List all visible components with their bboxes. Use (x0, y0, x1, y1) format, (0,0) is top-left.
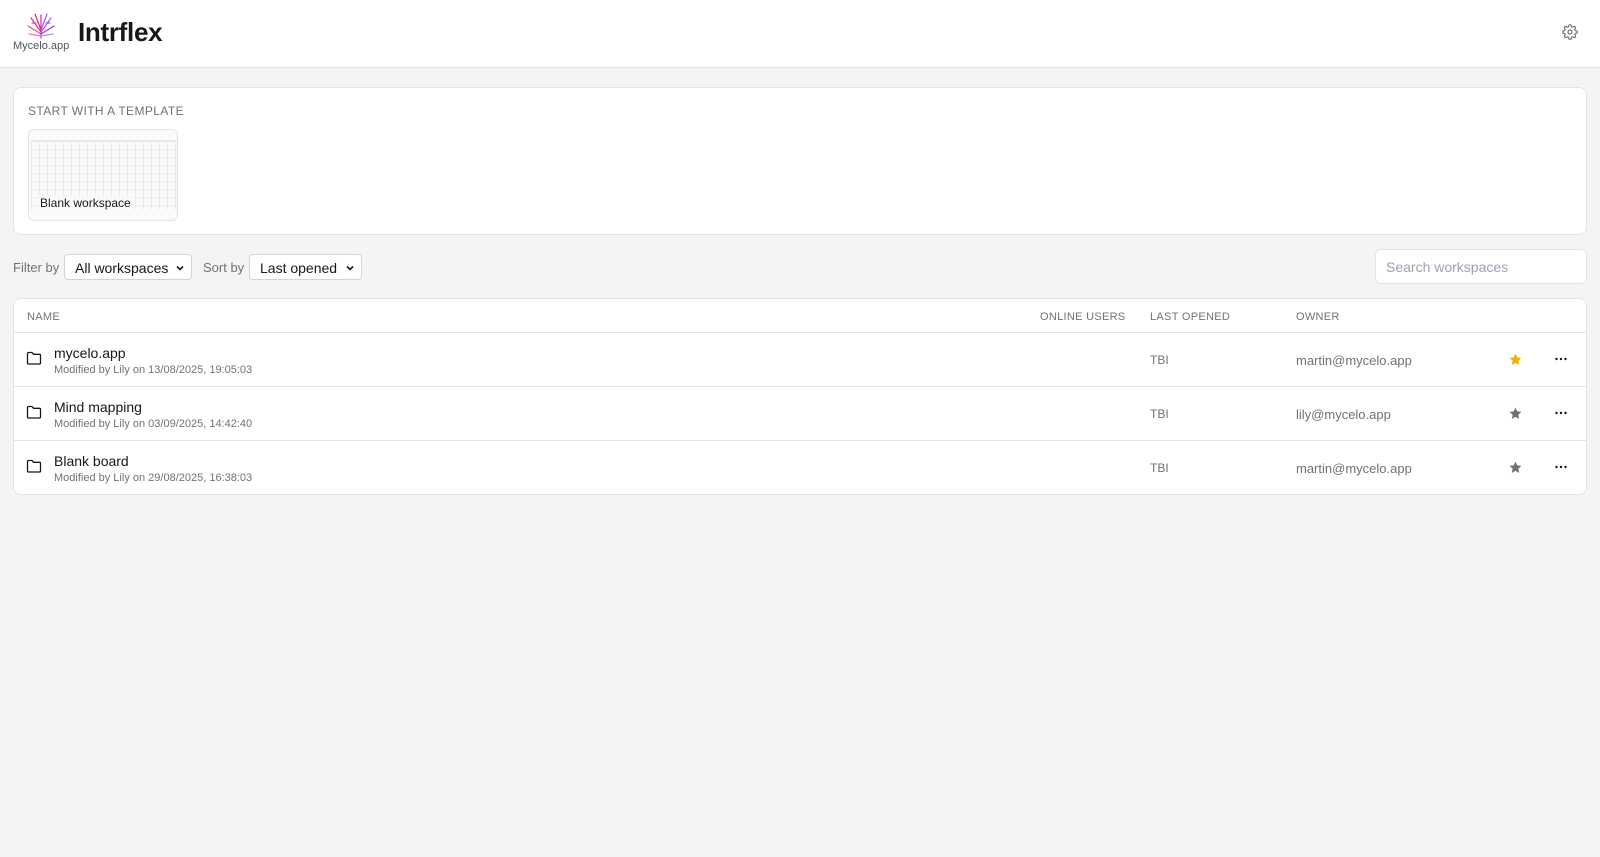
star-icon (1509, 407, 1522, 419)
folder-icon (26, 405, 42, 419)
workspace-owner: lily@mycelo.app (1296, 407, 1391, 422)
filter-select[interactable]: All workspaces (64, 254, 192, 280)
workspace-name[interactable]: Mind mapping (54, 399, 142, 415)
more-horizontal-icon (1555, 411, 1567, 415)
filter-select-value: All workspaces (75, 260, 169, 276)
app-title: Intrflex (78, 17, 163, 47)
template-card-blank-workspace[interactable]: Blank workspace (28, 129, 178, 221)
favorite-button[interactable] (1508, 406, 1524, 422)
favorite-button[interactable] (1508, 460, 1524, 476)
workspace-meta: Modified by Lily on 29/08/2025, 16:38:03 (54, 472, 253, 484)
column-header-online-users[interactable]: ONLINE USERS (1040, 311, 1126, 323)
folder-icon (26, 459, 42, 473)
settings-button[interactable] (1562, 24, 1582, 44)
column-header-last-opened[interactable]: LAST OPENED (1150, 311, 1230, 323)
filter-label: Filter by (13, 260, 60, 275)
folder-icon (26, 351, 42, 365)
workspace-owner: martin@mycelo.app (1296, 353, 1412, 368)
workspace-name[interactable]: mycelo.app (54, 345, 126, 361)
workspace-last-opened: TBI (1150, 407, 1169, 421)
template-label: Blank workspace (39, 196, 132, 210)
brand-name: Mycelo.app (13, 40, 70, 52)
top-header: Mycelo.app Intrflex (0, 0, 1600, 68)
workspace-table: NAME ONLINE USERS LAST OPENED OWNER myce… (13, 298, 1587, 495)
chevron-down-icon (176, 265, 184, 271)
template-heading: START WITH A TEMPLATE (28, 104, 184, 118)
table-row[interactable]: Blank board Modified by Lily on 29/08/20… (14, 441, 1586, 494)
brand-logo[interactable]: Mycelo.app (13, 10, 69, 54)
more-options-button[interactable] (1554, 406, 1572, 422)
workspace-name[interactable]: Blank board (54, 453, 129, 469)
sort-select-value: Last opened (260, 260, 338, 276)
more-horizontal-icon (1555, 357, 1567, 361)
workspace-meta: Modified by Lily on 03/09/2025, 14:42:40 (54, 418, 253, 430)
star-icon (1509, 461, 1522, 473)
workspace-last-opened: TBI (1150, 461, 1169, 475)
workspace-last-opened: TBI (1150, 353, 1169, 367)
gear-icon (1562, 24, 1578, 40)
workspace-owner: martin@mycelo.app (1296, 461, 1412, 476)
favorite-button[interactable] (1508, 352, 1524, 368)
template-panel: START WITH A TEMPLATE Blank workspace (13, 87, 1587, 235)
more-horizontal-icon (1555, 465, 1567, 469)
star-icon (1509, 353, 1522, 365)
mycelium-logo-icon (27, 13, 55, 39)
chevron-down-icon (346, 265, 354, 271)
table-row[interactable]: mycelo.app Modified by Lily on 13/08/202… (14, 333, 1586, 387)
more-options-button[interactable] (1554, 460, 1572, 476)
table-row[interactable]: Mind mapping Modified by Lily on 03/09/2… (14, 387, 1586, 441)
sort-label: Sort by (203, 260, 245, 275)
column-header-owner[interactable]: OWNER (1296, 311, 1340, 323)
column-header-name[interactable]: NAME (27, 311, 60, 323)
workspace-meta: Modified by Lily on 13/08/2025, 19:05:03 (54, 364, 253, 376)
filter-toolbar: Filter by All workspaces Sort by Last op… (13, 249, 1587, 284)
search-input[interactable] (1375, 249, 1587, 284)
sort-select[interactable]: Last opened (249, 254, 362, 280)
more-options-button[interactable] (1554, 352, 1572, 368)
